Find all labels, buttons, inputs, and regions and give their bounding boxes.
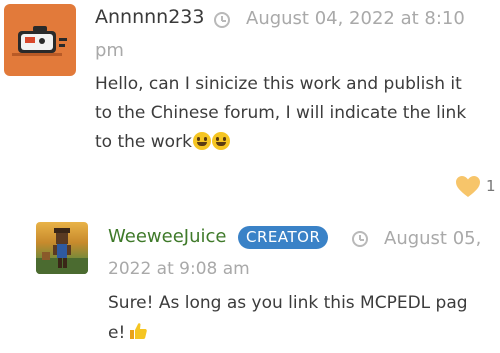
comment-body: Hello, can I sinicize this work and publ… (95, 70, 495, 157)
like-count: 1 (486, 177, 496, 195)
reply-timestamp-cont: 2022 at 9:08 am (108, 259, 250, 279)
reply-body-line: Sure! As long as you link this MCPEDL pa… (108, 293, 468, 313)
heart-like-icon[interactable] (455, 175, 481, 199)
comment-body-line: to the Chinese forum, I will indicate th… (95, 103, 467, 123)
comment-author[interactable]: Annnnn233 (95, 6, 204, 28)
reply-body-line-last: e! (108, 318, 493, 348)
clock-icon (352, 231, 368, 247)
avatar[interactable] (4, 4, 76, 76)
comment-body-line-last: to the work (95, 128, 495, 157)
comment-timestamp-cont: pm (95, 40, 124, 61)
clock-icon (214, 12, 230, 28)
comment-body-line: Hello, can I sinicize this work and publ… (95, 74, 462, 94)
creator-badge: CREATOR (238, 226, 329, 249)
reply-avatar[interactable] (36, 222, 88, 274)
comment-thread: Annnnn233 August 04, 2022 at 8:10 pm Hel… (0, 0, 500, 353)
comment-timestamp: August 04, 2022 at 8:10 (246, 8, 465, 29)
character-avatar-icon (36, 228, 88, 274)
reply-body: Sure! As long as you link this MCPEDL pa… (108, 288, 493, 348)
reply-body-text: e! (108, 323, 126, 343)
reply-author[interactable]: WeeweeJuice (108, 226, 226, 247)
toaster-avatar-icon (12, 26, 67, 56)
reply-timestamp: August 05, (384, 228, 482, 249)
thumbs-up-emoji (130, 323, 148, 339)
comment-body-text: to the work (95, 132, 192, 152)
smiley-emoji (211, 132, 230, 150)
smiley-emoji (192, 132, 211, 150)
